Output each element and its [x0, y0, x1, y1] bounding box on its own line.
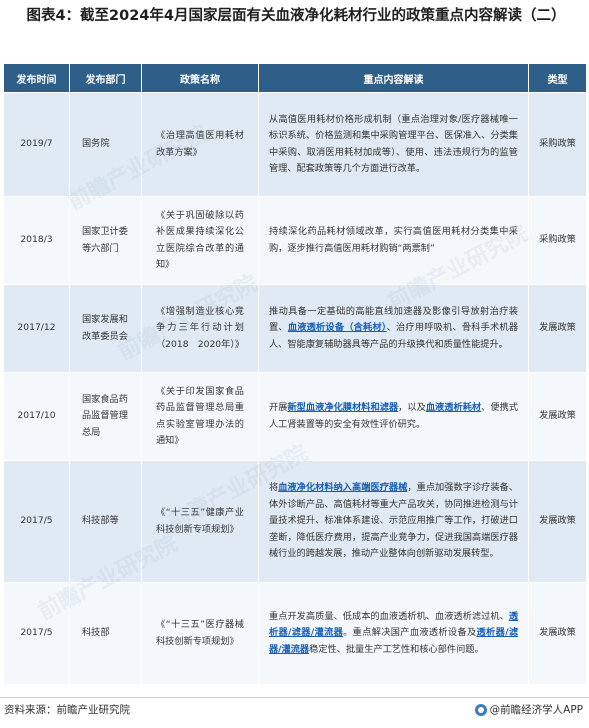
highlight-text: 血液透析耗材	[425, 402, 482, 413]
table-header-row: 发布时间 发布部门 政策名称 重点内容解读 类型	[3, 63, 587, 93]
footer-divider	[0, 697, 589, 698]
cell-policy: 《关于印发国家食品药品监督管理总局重点实验室管理办法的通知》	[141, 372, 259, 461]
cell-date: 2017/12	[3, 284, 70, 373]
highlight-text: 血液净化材料纳入高端医疗器械	[278, 482, 408, 494]
cell-date: 2018/3	[3, 196, 70, 285]
cell-content: 持续深化药品耗材领域改革，实行高值医用耗材分类集中采购，逐步推行高值医用耗材购销…	[258, 196, 529, 285]
content-text: 从高值医用耗材价格形成机制（重点治理对象/医疗器械唯一标识系统、价格监测和集中采…	[269, 113, 518, 175]
content-text: 持续深化药品耗材领域改革，实行高值医用耗材分类集中采购，逐步推行高值医用耗材购销…	[269, 226, 518, 254]
content-text: 将	[269, 482, 279, 494]
cell-date: 2017/10	[3, 372, 70, 461]
content-text: 开展	[269, 402, 288, 413]
brand-logo-icon	[474, 703, 487, 716]
cell-content: 推动具备一定基础的高能直线加速器及影像引导放射治疗装置、血液透析设备（含耗材）、…	[258, 284, 529, 373]
cell-dept: 国家卫计委等六部门	[69, 196, 142, 285]
cell-type: 发展政策	[528, 372, 587, 461]
table-row: 2017/5 科技部等 《“十三五”健康产业科技创新专项规划》 将血液净化材料纳入高端…	[3, 460, 587, 583]
header-date: 发布时间	[3, 63, 70, 93]
brand-label: @前瞻经济学人APP	[489, 704, 583, 716]
content-text: ，重点加强数字诊疗装备、体外诊断产品、高值耗材等重大产品攻关，协同推进检测与计量…	[269, 482, 519, 560]
cell-dept: 国务院	[69, 92, 142, 197]
cell-policy: 《增强制造业核心竞争力三年行动计划（2018 2020年）》	[141, 284, 259, 373]
cell-content: 从高值医用耗材价格形成机制（重点治理对象/医疗器械唯一标识系统、价格监测和集中采…	[258, 92, 529, 197]
cell-policy: 《“十三五”医疗器械科技创新专项规划》	[141, 582, 259, 685]
page-title: 图表4：截至2024年4月国家层面有关血液净化耗材行业的政策重点内容解读（二）	[26, 8, 566, 24]
table-row: 2017/12 国家发展和改革委员会 《增强制造业核心竞争力三年行动计划（2018 …	[3, 284, 587, 373]
cell-date: 2017/5	[3, 582, 70, 685]
cell-content: 重点开发高质量、低成本的血液透析机、血液透析滤过机、透析器/滤器/灌流器。重点解…	[258, 582, 529, 685]
cell-policy: 《关于巩固破除以药补医成果持续深化公立医院综合改革的通知》	[141, 196, 259, 285]
table-row: 2019/7 国务院 《治理高值医用耗材改革方案》 从高值医用耗材价格形成机制（重点治…	[3, 92, 587, 197]
cell-dept: 科技部等	[69, 460, 142, 583]
content-text: 重点开发高质量、低成本的血液透析机、血液透析滤过机、	[269, 610, 509, 622]
content-text: 。重点解决国产血液透析设备及	[343, 627, 477, 639]
cell-date: 2019/7	[3, 92, 70, 197]
brand-credit: @前瞻经济学人APP	[474, 702, 583, 717]
cell-dept: 科技部	[69, 582, 142, 685]
cell-date: 2017/5	[3, 460, 70, 583]
cell-dept: 国家食品药品监督管理总局	[69, 372, 142, 461]
page: 图表4：截至2024年4月国家层面有关血液净化耗材行业的政策重点内容解读（二） …	[0, 0, 589, 728]
header-policy: 政策名称	[141, 63, 259, 93]
header-type: 类型	[528, 63, 587, 93]
table-body: 2019/7 国务院 《治理高值医用耗材改革方案》 从高值医用耗材价格形成机制（重点治…	[3, 92, 587, 685]
cell-type: 发展政策	[528, 460, 587, 583]
header-dept: 发布部门	[69, 63, 142, 93]
highlight-text: 新型血液净化膜材料和滤器	[287, 402, 399, 413]
cell-type: 发展政策	[528, 284, 587, 373]
source-note: 资料来源：前瞻产业研究院	[4, 704, 130, 716]
cell-content: 开展新型血液净化膜材料和滤器，以及血液透析耗材、便携式人工肾装置等的安全有效性评…	[258, 372, 529, 461]
cell-dept: 国家发展和改革委员会	[69, 284, 142, 373]
cell-type: 采购政策	[528, 92, 587, 197]
content-text: 稳定性、批量生产工艺性和核心部件问题。	[309, 643, 484, 655]
cell-type: 采购政策	[528, 196, 587, 285]
highlight-text: 血液透析设备（含耗材）	[287, 322, 387, 334]
table-row: 2017/5 科技部 《“十三五”医疗器械科技创新专项规划》 重点开发高质量、低成本的…	[3, 582, 587, 685]
policy-table: 发布时间 发布部门 政策名称 重点内容解读 类型 2019/7 国务院 《治理高值医…	[3, 63, 587, 685]
header-content: 重点内容解读	[258, 63, 529, 93]
cell-content: 将血液净化材料纳入高端医疗器械，重点加强数字诊疗装备、体外诊断产品、高值耗材等重…	[258, 460, 529, 583]
cell-type: 发展政策	[528, 582, 587, 685]
cell-policy: 《“十三五”健康产业科技创新专项规划》	[141, 460, 259, 583]
table-row: 2018/3 国家卫计委等六部门 《关于巩固破除以药补医成果持续深化公立医院综合改革…	[3, 196, 587, 285]
table-row: 2017/10 国家食品药品监督管理总局 《关于印发国家食品药品监督管理总局重点实验…	[3, 372, 587, 461]
content-text: ，以及	[398, 402, 426, 413]
cell-policy: 《治理高值医用耗材改革方案》	[141, 92, 259, 197]
